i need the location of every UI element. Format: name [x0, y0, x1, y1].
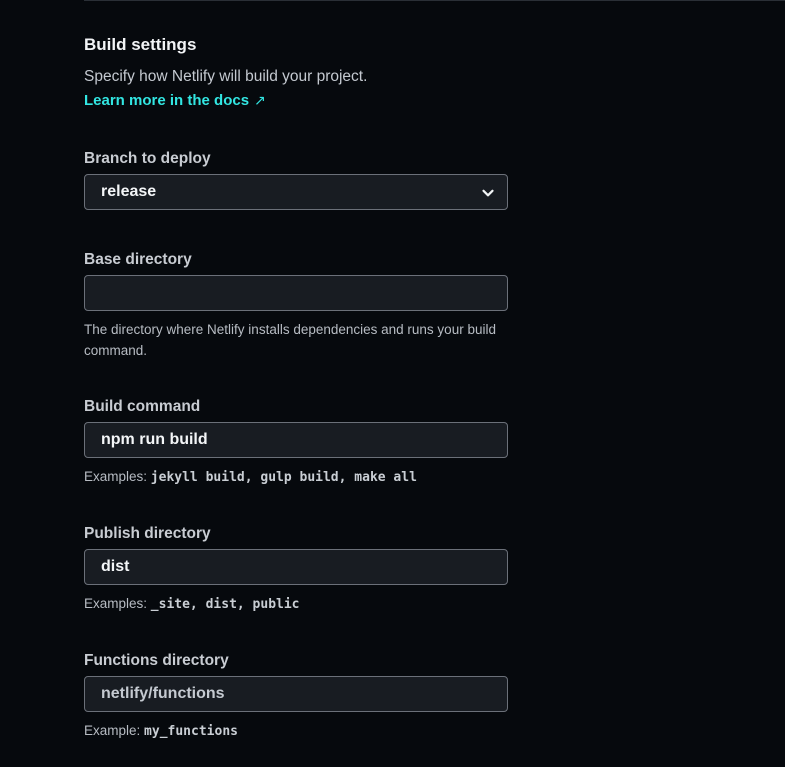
build-command-label: Build command — [84, 398, 201, 415]
docs-link-label: Learn more in the docs — [84, 92, 250, 109]
functions-directory-help-prefix: Example: — [84, 723, 141, 738]
publish-directory-help-examples: _site, dist, public — [150, 597, 300, 612]
docs-link[interactable]: Learn more in the docs ↗ — [84, 92, 266, 109]
base-directory-label: Base directory — [84, 251, 192, 268]
functions-directory-help-examples: my_functions — [144, 724, 238, 739]
build-command-help-prefix: Examples: — [84, 469, 148, 484]
base-directory-help: The directory where Netlify installs dep… — [84, 322, 496, 358]
publish-directory-value: dist — [101, 558, 130, 575]
build-settings-page: Build settings Specify how Netlify will … — [0, 0, 785, 767]
build-command-help-examples: jekyll build, gulp build, make all — [150, 470, 417, 485]
publish-directory-help: Examples: _site, dist, public — [84, 593, 508, 615]
build-command-help: Examples: jekyll build, gulp build, make… — [84, 466, 508, 488]
arrow-up-right-icon: ↗ — [254, 92, 266, 108]
base-directory-input[interactable] — [84, 275, 508, 311]
functions-directory-value: netlify/functions — [101, 685, 225, 702]
build-command-value: npm run build — [101, 431, 208, 448]
chevron-down-icon — [482, 189, 494, 197]
functions-directory-label: Functions directory — [84, 652, 229, 669]
branch-select-value: release — [101, 183, 157, 200]
branch-select[interactable]: release — [84, 174, 508, 210]
publish-directory-input[interactable]: dist — [84, 549, 508, 585]
branch-label: Branch to deploy — [84, 150, 211, 167]
functions-directory-help: Example: my_functions — [84, 720, 508, 742]
section-description: Specify how Netlify will build your proj… — [84, 68, 368, 85]
section-title: Build settings — [84, 35, 197, 54]
build-command-input[interactable]: npm run build — [84, 422, 508, 458]
publish-directory-help-prefix: Examples: — [84, 596, 148, 611]
publish-directory-label: Publish directory — [84, 525, 211, 542]
functions-directory-input[interactable]: netlify/functions — [84, 676, 508, 712]
top-divider — [84, 0, 785, 1]
